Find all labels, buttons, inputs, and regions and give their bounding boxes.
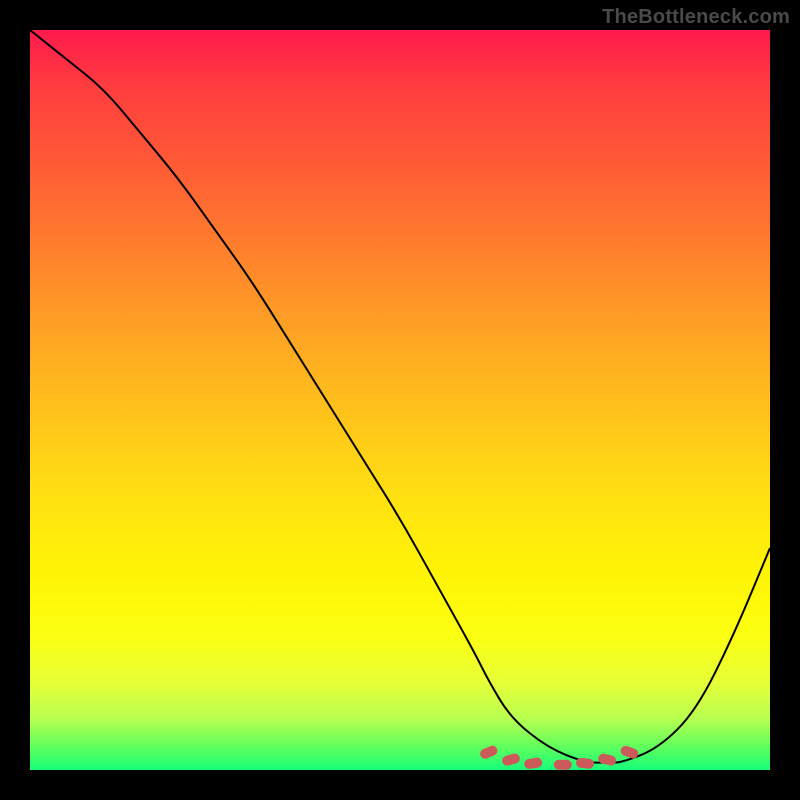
bottleneck-curve bbox=[30, 30, 770, 763]
trough-marker bbox=[554, 760, 572, 770]
trough-marker bbox=[597, 753, 617, 767]
plot-area bbox=[30, 30, 770, 770]
trough-marker bbox=[479, 744, 499, 760]
chart-frame: TheBottleneck.com bbox=[0, 0, 800, 800]
trough-marker bbox=[575, 757, 594, 769]
watermark-text: TheBottleneck.com bbox=[602, 6, 790, 29]
trough-marker bbox=[524, 757, 543, 770]
curve-svg bbox=[30, 30, 770, 770]
trough-marker bbox=[501, 752, 521, 766]
trough-markers bbox=[479, 744, 640, 770]
